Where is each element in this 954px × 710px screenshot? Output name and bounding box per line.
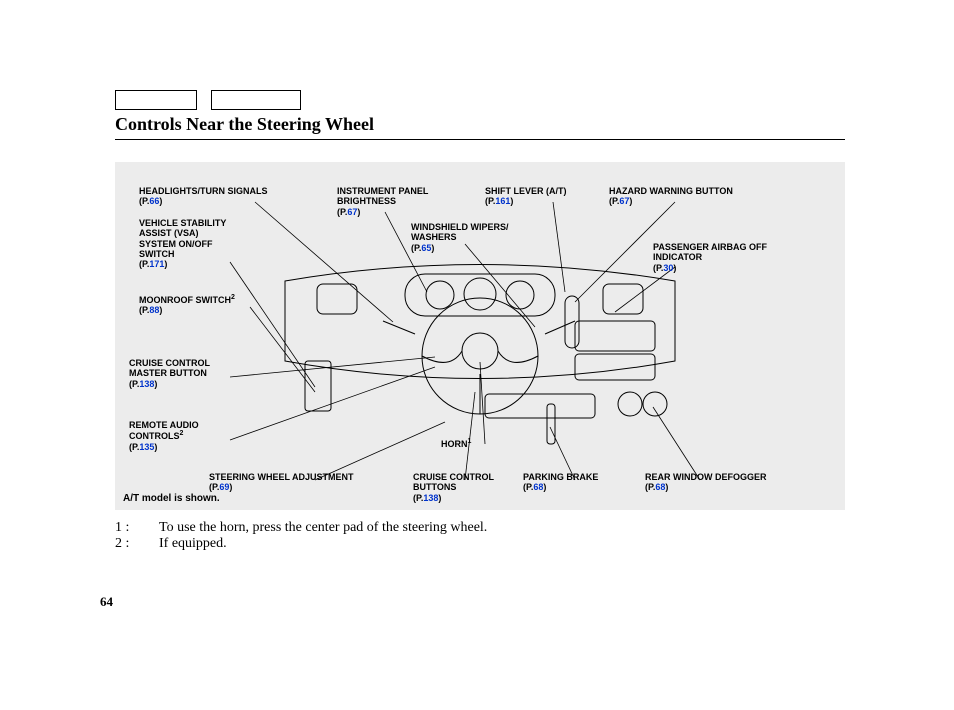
callout-label: CRUISE CONTROLBUTTONS (413, 472, 494, 492)
callout-steering-adjustment: STEERING WHEEL ADJUSTMENT (P.69) (209, 472, 354, 493)
dashboard-diagram: HEADLIGHTS/TURN SIGNALS (P.66) INSTRUMEN… (115, 162, 845, 510)
page-ref[interactable]: 171 (149, 259, 164, 269)
page-ref[interactable]: 161 (495, 196, 510, 206)
footnote-text: To use the horn, press the center pad of… (159, 520, 487, 536)
callout-label: STEERING WHEEL ADJUSTMENT (209, 472, 354, 482)
callout-instrument-panel-brightness: INSTRUMENT PANELBRIGHTNESS (P.67) (337, 186, 428, 217)
callout-label: INSTRUMENT PANELBRIGHTNESS (337, 186, 428, 206)
page-ref[interactable]: 67 (619, 196, 629, 206)
callout-label: HORN (441, 439, 468, 449)
callout-label: REMOTE AUDIOCONTROLS (129, 420, 199, 441)
page-ref[interactable]: 67 (347, 207, 357, 217)
callout-label: PARKING BRAKE (523, 472, 598, 482)
callout-vsa-switch: VEHICLE STABILITYASSIST (VSA)SYSTEM ON/O… (139, 218, 226, 270)
callout-label: WINDSHIELD WIPERS/WASHERS (411, 222, 509, 242)
footnote-marker: 2 (231, 294, 235, 301)
callout-cruise-master: CRUISE CONTROLMASTER BUTTON (P.138) (129, 358, 210, 389)
callout-horn: HORN1 (441, 438, 471, 449)
callout-cruise-buttons: CRUISE CONTROLBUTTONS (P.138) (413, 472, 494, 503)
footnotes: 1 : To use the horn, press the center pa… (115, 520, 845, 552)
page-ref[interactable]: 138 (423, 493, 438, 503)
callout-rear-defogger: REAR WINDOW DEFOGGER (P.68) (645, 472, 767, 493)
footnote-text: If equipped. (159, 536, 227, 552)
callout-label: VEHICLE STABILITYASSIST (VSA)SYSTEM ON/O… (139, 218, 226, 259)
footnote-index: 2 : (115, 536, 159, 552)
page-ref[interactable]: 68 (655, 482, 665, 492)
title-rule (115, 139, 845, 140)
callout-windshield-wipers: WINDSHIELD WIPERS/WASHERS (P.65) (411, 222, 509, 253)
footnote-marker: 2 (180, 430, 184, 437)
header-box-1 (115, 90, 197, 110)
callout-remote-audio: REMOTE AUDIOCONTROLS2 (P.135) (129, 420, 199, 452)
page-ref[interactable]: 69 (219, 482, 229, 492)
page-title: Controls Near the Steering Wheel (115, 114, 845, 135)
callout-hazard-warning: HAZARD WARNING BUTTON (P.67) (609, 186, 733, 207)
callout-label: PASSENGER AIRBAG OFFINDICATOR (653, 242, 767, 262)
callout-parking-brake: PARKING BRAKE (P.68) (523, 472, 598, 493)
page-ref[interactable]: 138 (139, 379, 154, 389)
model-note: A/T model is shown. (123, 493, 220, 504)
page-ref[interactable]: 135 (139, 442, 154, 452)
page-ref[interactable]: 88 (149, 305, 159, 315)
callout-label: SHIFT LEVER (A/T) (485, 186, 567, 196)
callout-label: REAR WINDOW DEFOGGER (645, 472, 767, 482)
footnote-2: 2 : If equipped. (115, 536, 845, 552)
page-ref[interactable]: 30 (663, 263, 673, 273)
footnote-1: 1 : To use the horn, press the center pa… (115, 520, 845, 536)
page-ref[interactable]: 68 (533, 482, 543, 492)
callout-label: HAZARD WARNING BUTTON (609, 186, 733, 196)
callout-moonroof-switch: MOONROOF SWITCH2 (P.88) (139, 294, 235, 316)
callout-shift-lever: SHIFT LEVER (A/T) (P.161) (485, 186, 567, 207)
page-ref[interactable]: 65 (421, 243, 431, 253)
dashboard-illustration (275, 226, 685, 456)
callout-label: HEADLIGHTS/TURN SIGNALS (139, 186, 268, 196)
header-box-2 (211, 90, 301, 110)
callout-headlights: HEADLIGHTS/TURN SIGNALS (P.66) (139, 186, 268, 207)
page-ref[interactable]: 66 (149, 196, 159, 206)
callout-label: CRUISE CONTROLMASTER BUTTON (129, 358, 210, 378)
callout-label: MOONROOF SWITCH (139, 295, 231, 305)
footnote-marker: 1 (468, 438, 472, 445)
callout-passenger-airbag-off: PASSENGER AIRBAG OFFINDICATOR (P.30) (653, 242, 767, 273)
page-number: 64 (100, 594, 113, 610)
header-code-boxes (115, 90, 845, 110)
footnote-index: 1 : (115, 520, 159, 536)
